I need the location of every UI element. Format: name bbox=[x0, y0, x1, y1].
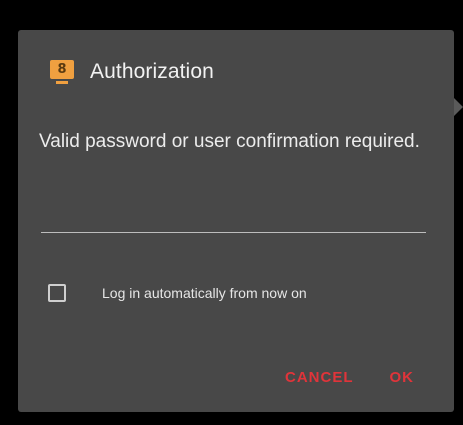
auto-login-row[interactable]: Log in automatically from now on bbox=[48, 284, 307, 302]
auto-login-checkbox[interactable] bbox=[48, 284, 66, 302]
password-input[interactable] bbox=[41, 206, 426, 233]
dialog-message: Valid password or user confirmation requ… bbox=[39, 131, 420, 152]
computer-icon: 8 bbox=[50, 58, 74, 86]
authorization-dialog: 8 Authorization Valid password or user c… bbox=[18, 30, 463, 412]
edge-arrow-icon bbox=[454, 98, 463, 116]
computer-icon-glyph: 8 bbox=[57, 62, 67, 77]
auto-login-label: Log in automatically from now on bbox=[102, 285, 307, 301]
dialog-actions: CANCEL OK bbox=[285, 369, 414, 386]
ok-button[interactable]: OK bbox=[390, 369, 415, 386]
dialog-title: Authorization bbox=[90, 60, 214, 83]
cancel-button[interactable]: CANCEL bbox=[285, 369, 354, 386]
dialog-header: 8 Authorization bbox=[50, 58, 214, 86]
